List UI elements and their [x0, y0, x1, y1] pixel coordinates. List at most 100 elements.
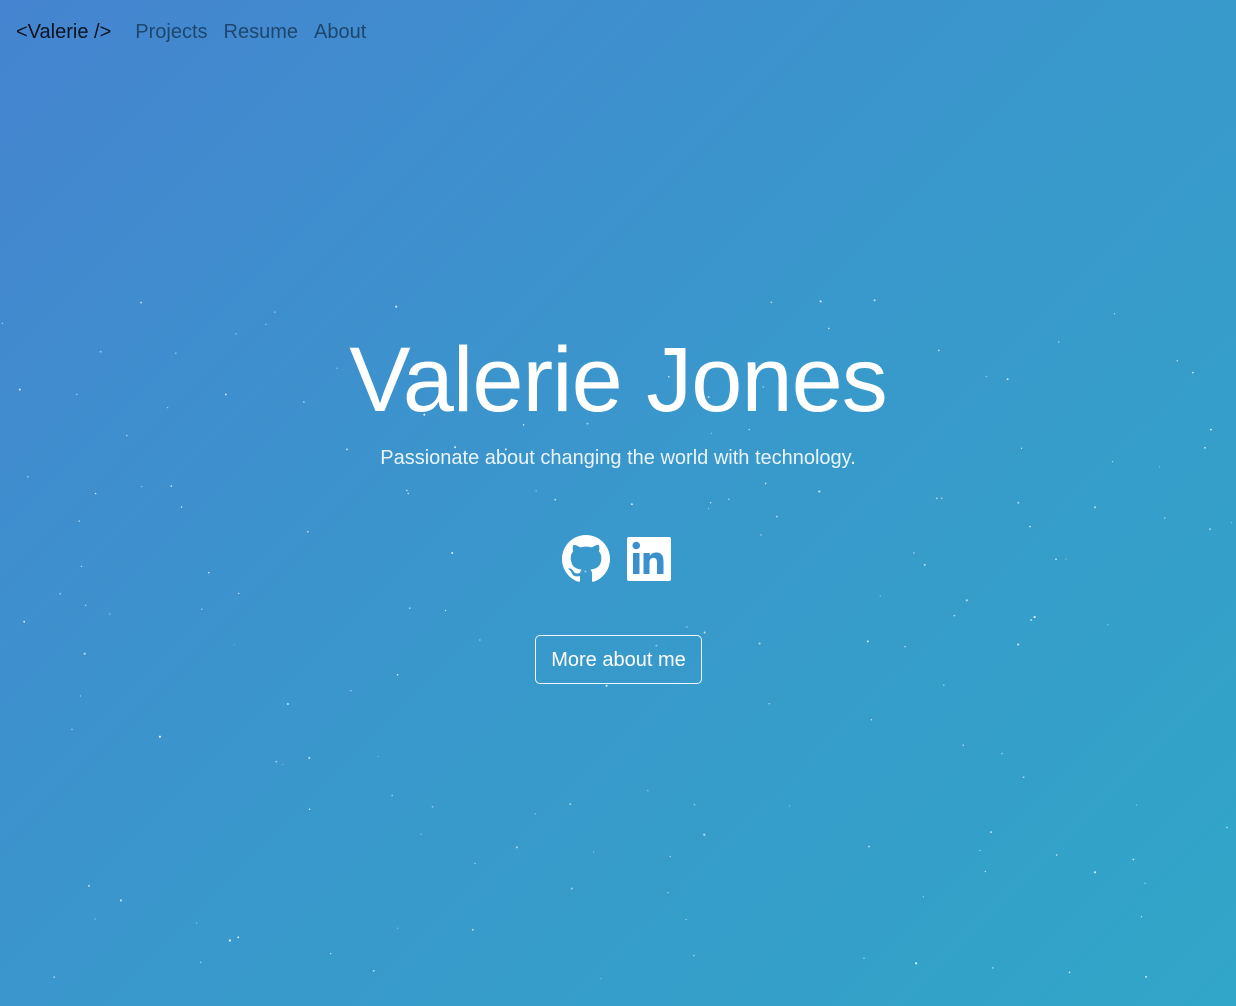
star-dot — [170, 485, 173, 487]
star-dot — [935, 497, 938, 500]
star-dot — [391, 794, 394, 797]
star-dot — [686, 626, 688, 628]
nav-link-about[interactable]: About — [314, 21, 366, 44]
star-dot — [286, 702, 289, 706]
star-dot — [408, 607, 411, 609]
star-dot — [94, 918, 96, 920]
star-dot — [140, 301, 143, 304]
star-dot — [1, 322, 4, 325]
star-dot — [965, 599, 968, 602]
star-dot — [88, 884, 90, 887]
star-dot — [1030, 619, 1033, 622]
star-dot — [228, 939, 231, 942]
star-dot — [83, 652, 86, 655]
github-icon — [562, 535, 610, 582]
star-dot — [984, 870, 986, 873]
star-dot — [1093, 871, 1097, 874]
star-dot — [94, 492, 97, 495]
star-dot — [979, 849, 981, 851]
star-dot — [71, 728, 73, 731]
star-dot — [764, 482, 767, 485]
star-dot — [237, 936, 240, 939]
star-dot — [474, 862, 476, 864]
star-dot — [873, 299, 876, 302]
star-dot — [200, 961, 202, 963]
star-dot — [703, 833, 706, 836]
star-dot — [1113, 313, 1116, 315]
star-dot — [23, 620, 26, 623]
star-dot — [879, 595, 881, 597]
star-dot — [308, 756, 311, 759]
star-dot — [922, 896, 924, 898]
star-dot — [693, 954, 695, 957]
star-dot — [667, 892, 669, 894]
star-dot — [1144, 882, 1146, 885]
social-links — [0, 534, 1236, 584]
star-dot — [479, 639, 481, 641]
star-dot — [1208, 528, 1212, 531]
star-dot — [59, 593, 61, 595]
star-dot — [703, 631, 706, 634]
star-dot — [535, 490, 537, 492]
star-dot — [600, 977, 602, 980]
star-dot — [770, 301, 773, 304]
star-dot — [709, 501, 712, 504]
star-dot — [350, 690, 352, 692]
star-dot — [818, 490, 821, 493]
star-dot — [1145, 975, 1148, 978]
hero-tagline: Passionate about changing the world with… — [380, 447, 856, 469]
star-dot — [758, 642, 761, 645]
star-dot — [275, 760, 278, 763]
star-dot — [431, 806, 434, 808]
star-dot — [141, 486, 143, 488]
star-dot — [201, 608, 203, 610]
nav-link-resume[interactable]: Resume — [224, 21, 298, 44]
star-dot — [1029, 525, 1031, 528]
nav-link-projects[interactable]: Projects — [135, 21, 207, 44]
star-dot — [1164, 517, 1166, 519]
star-dot — [396, 673, 399, 676]
star-dot — [1017, 643, 1020, 646]
star-dot — [867, 845, 870, 848]
brand-logo-link[interactable]: <Valerie /> — [16, 21, 111, 44]
linkedin-link[interactable] — [626, 534, 674, 584]
github-link[interactable] — [562, 534, 610, 584]
star-dot — [1140, 916, 1143, 918]
star-dot — [471, 928, 474, 931]
star-dot — [647, 789, 649, 792]
star-dot — [420, 833, 422, 835]
star-dot — [593, 851, 595, 853]
star-dot — [1017, 501, 1020, 504]
star-dot — [1033, 616, 1036, 619]
starfield-background — [1, 299, 1233, 980]
star-dot — [306, 530, 309, 533]
star-dot — [943, 684, 945, 686]
star-dot — [85, 604, 87, 607]
star-dot — [1132, 858, 1135, 861]
star-dot — [940, 497, 943, 499]
star-dot — [119, 899, 122, 902]
more-about-me-button[interactable]: More about me — [535, 635, 702, 684]
star-dot — [238, 592, 240, 595]
star-dot — [274, 311, 276, 313]
star-dot — [308, 808, 311, 810]
star-dot — [515, 846, 518, 849]
star-dot — [1001, 752, 1003, 755]
star-dot — [554, 498, 557, 501]
star-dot — [1093, 506, 1097, 509]
star-dot — [819, 300, 822, 303]
star-dot — [605, 684, 608, 687]
star-dot — [685, 918, 687, 921]
star-dot — [727, 498, 730, 501]
star-dot — [282, 763, 284, 766]
star-dot — [372, 970, 375, 972]
star-dot — [693, 803, 696, 806]
star-dot — [863, 957, 865, 959]
star-dot — [992, 967, 994, 969]
star-dot — [78, 520, 80, 522]
star-dot — [708, 508, 710, 510]
star-dot — [953, 614, 956, 617]
star-dot — [396, 927, 399, 929]
star-dot — [870, 719, 873, 721]
star-dot — [669, 855, 671, 858]
